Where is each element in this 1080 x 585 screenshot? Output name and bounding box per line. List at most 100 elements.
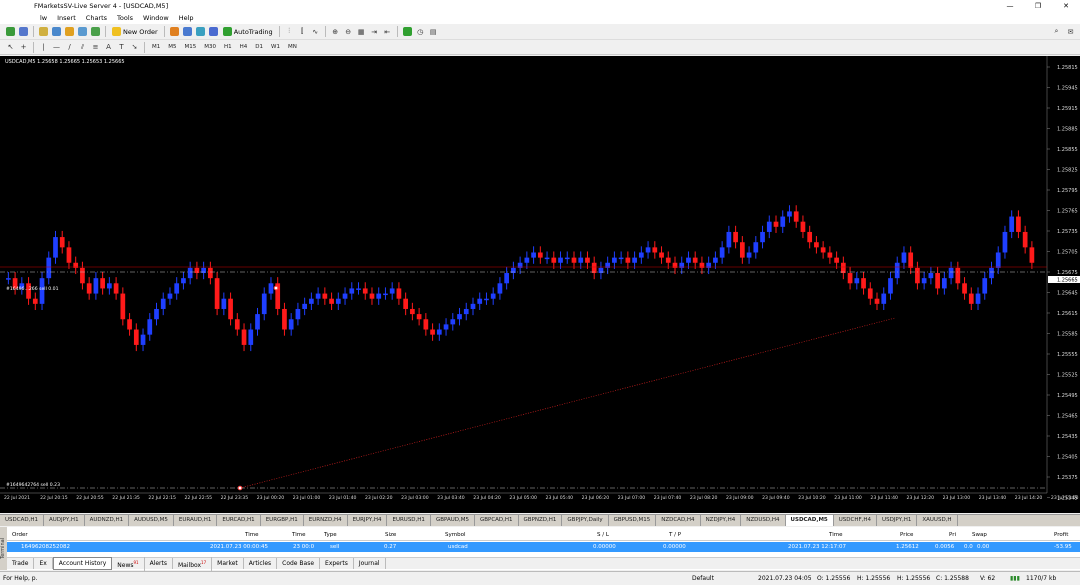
- candle[interactable]: [484, 298, 489, 301]
- candle[interactable]: [713, 257, 718, 263]
- candle[interactable]: [342, 293, 348, 299]
- autotrading-button[interactable]: AutoTrading: [222, 27, 273, 36]
- candle[interactable]: [719, 247, 725, 258]
- candle[interactable]: [181, 278, 186, 284]
- bar-chart-icon[interactable]: ⫶: [284, 26, 295, 37]
- trendline-icon[interactable]: /: [64, 42, 75, 53]
- candle[interactable]: [80, 267, 85, 284]
- candle[interactable]: [692, 257, 698, 263]
- candle[interactable]: [537, 252, 543, 258]
- candle[interactable]: [100, 278, 105, 289]
- text-icon[interactable]: A: [103, 42, 114, 53]
- candle[interactable]: [847, 273, 853, 284]
- candle[interactable]: [383, 293, 388, 296]
- candle[interactable]: [470, 303, 476, 309]
- candle[interactable]: [894, 262, 900, 279]
- candle[interactable]: [780, 216, 786, 227]
- candle[interactable]: [187, 267, 193, 279]
- candle[interactable]: [261, 293, 267, 315]
- candle[interactable]: [477, 298, 483, 304]
- candle[interactable]: [585, 257, 590, 263]
- candle[interactable]: [248, 329, 254, 345]
- terminal-tab[interactable]: Mailbox17: [173, 556, 213, 571]
- candle[interactable]: [935, 273, 940, 289]
- tf-m15[interactable]: M15: [185, 44, 197, 50]
- candle[interactable]: [564, 257, 570, 260]
- tester-icon[interactable]: [90, 26, 101, 37]
- autoscroll-icon[interactable]: ⇥: [369, 26, 380, 37]
- candle[interactable]: [908, 252, 914, 268]
- candle[interactable]: [578, 257, 584, 263]
- candle[interactable]: [1002, 231, 1008, 253]
- candle[interactable]: [430, 329, 435, 335]
- symbol-tab[interactable]: USDCAD,H1: [0, 515, 44, 526]
- symbol-tab[interactable]: EURUSD,H1: [387, 515, 431, 526]
- candle[interactable]: [733, 231, 738, 243]
- candle[interactable]: [665, 257, 671, 263]
- column-header[interactable]: Symbol: [445, 530, 466, 541]
- candle[interactable]: [389, 288, 395, 294]
- metaeditor-icon[interactable]: [169, 26, 180, 37]
- chart-window[interactable]: 1.25815 1.25945 1.25915 1.25885 1.25855 1.258…: [0, 56, 1080, 513]
- candle[interactable]: [861, 278, 866, 289]
- menu-help[interactable]: Help: [179, 14, 194, 22]
- tf-m30[interactable]: M30: [204, 44, 216, 50]
- tile-windows-icon[interactable]: ▦: [356, 26, 367, 37]
- candle[interactable]: [335, 298, 341, 304]
- candle[interactable]: [820, 247, 826, 253]
- candle[interactable]: [396, 288, 402, 299]
- chart-shift-icon[interactable]: ⇤: [382, 26, 393, 37]
- symbol-tab[interactable]: XAUUSD,H: [917, 515, 958, 526]
- candle[interactable]: [302, 303, 307, 309]
- terminal-tab[interactable]: Ex: [34, 558, 53, 569]
- candlestick-icon[interactable]: ⫿: [297, 26, 308, 37]
- candle[interactable]: [968, 293, 974, 304]
- cursor-icon[interactable]: ↖: [5, 42, 16, 53]
- candle[interactable]: [659, 252, 664, 258]
- indicators-icon[interactable]: [402, 26, 413, 37]
- candle[interactable]: [524, 257, 530, 263]
- candle[interactable]: [962, 283, 967, 294]
- candle[interactable]: [160, 298, 166, 309]
- candle[interactable]: [881, 293, 887, 304]
- candle[interactable]: [941, 278, 947, 289]
- candle[interactable]: [194, 267, 200, 274]
- menu-tools[interactable]: Tools: [117, 14, 133, 22]
- candle[interactable]: [982, 278, 988, 294]
- symbol-tab[interactable]: USDCHF,H4: [834, 515, 878, 526]
- channel-icon[interactable]: ⫽: [77, 42, 88, 53]
- candle[interactable]: [591, 262, 597, 274]
- symbol-tab[interactable]: EURAUD,H1: [174, 515, 218, 526]
- candle[interactable]: [403, 298, 409, 309]
- terminal-tab[interactable]: Alerts: [145, 558, 173, 569]
- tf-mn[interactable]: MN: [288, 44, 297, 50]
- candle[interactable]: [955, 267, 961, 284]
- candle[interactable]: [234, 319, 240, 330]
- horizontal-line-icon[interactable]: —: [51, 42, 62, 53]
- candle[interactable]: [544, 257, 550, 260]
- candle[interactable]: [504, 273, 510, 284]
- candle[interactable]: [288, 319, 294, 330]
- candle[interactable]: [1022, 231, 1028, 248]
- candle[interactable]: [867, 288, 873, 299]
- chat-icon[interactable]: ✉: [1065, 26, 1076, 37]
- menu-view[interactable]: lw: [40, 14, 47, 22]
- column-header[interactable]: S / L: [597, 530, 609, 541]
- candle[interactable]: [807, 231, 813, 243]
- candle[interactable]: [888, 278, 893, 294]
- candle[interactable]: [66, 247, 72, 263]
- symbol-tab[interactable]: USDJPY,H1: [877, 515, 918, 526]
- candle[interactable]: [295, 308, 301, 320]
- candle[interactable]: [551, 257, 557, 263]
- candle[interactable]: [133, 329, 139, 345]
- column-header[interactable]: Price: [900, 530, 913, 541]
- new-order-button[interactable]: New Order: [112, 27, 158, 36]
- table-row[interactable]: 16496208252082 2021.07.23 00:00:45 23 00:0…: [7, 542, 1080, 552]
- tf-m5[interactable]: M5: [168, 44, 176, 50]
- candle[interactable]: [6, 278, 11, 280]
- candle[interactable]: [787, 211, 792, 217]
- candle[interactable]: [1029, 247, 1035, 263]
- tf-h1[interactable]: H1: [224, 44, 232, 50]
- candle[interactable]: [349, 288, 355, 294]
- candle[interactable]: [315, 293, 321, 299]
